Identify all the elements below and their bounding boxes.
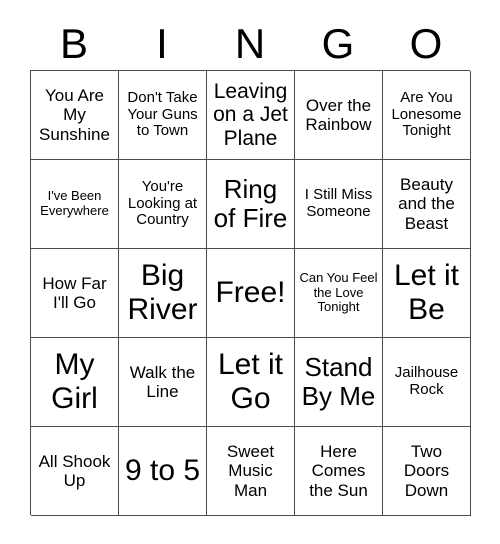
bingo-cell-n2[interactable]: Ring of Fire bbox=[207, 160, 295, 249]
bingo-header-letter-g: G bbox=[321, 20, 355, 67]
bingo-cell-o4[interactable]: Jailhouse Rock bbox=[383, 338, 471, 427]
bingo-cell-label: Stand By Me bbox=[301, 351, 376, 411]
bingo-grid: You Are My Sunshine Don't Take Your Guns… bbox=[30, 70, 471, 516]
bingo-cell-g5[interactable]: Here Comes the Sun bbox=[295, 427, 383, 516]
bingo-cell-label: 9 to 5 bbox=[124, 454, 201, 488]
bingo-cell-o1[interactable]: Are You Lonesome Tonight bbox=[383, 71, 471, 160]
bingo-cell-i2[interactable]: You're Looking at Country bbox=[119, 160, 207, 249]
bingo-cell-o3[interactable]: Let it Be bbox=[383, 249, 471, 338]
bingo-cell-label: I Still Miss Someone bbox=[304, 186, 373, 220]
bingo-cell-b4[interactable]: My Girl bbox=[31, 338, 119, 427]
bingo-cell-b3[interactable]: How Far I'll Go bbox=[31, 249, 119, 338]
bingo-cell-label: Let it Go bbox=[217, 348, 284, 415]
bingo-cell-label: Beauty and the Beast bbox=[398, 175, 455, 233]
bingo-cell-label: Two Doors Down bbox=[403, 442, 450, 500]
bingo-cell-label: Let it Be bbox=[393, 259, 460, 326]
bingo-header-letter-b: B bbox=[59, 20, 88, 67]
bingo-cell-label: Over the Rainbow bbox=[305, 95, 372, 134]
bingo-cell-g1[interactable]: Over the Rainbow bbox=[295, 71, 383, 160]
bingo-cell-label: All Shook Up bbox=[38, 451, 111, 490]
bingo-header-row: B I N G O bbox=[30, 18, 470, 70]
bingo-cell-label: Jailhouse Rock bbox=[394, 364, 459, 398]
bingo-cell-label: Here Comes the Sun bbox=[309, 442, 368, 500]
bingo-cell-label: Big River bbox=[127, 259, 198, 326]
bingo-cell-label: Are You Lonesome Tonight bbox=[391, 88, 462, 140]
bingo-cell-g3[interactable]: Can You Feel the Love Tonight bbox=[295, 249, 383, 338]
bingo-cell-label: You Are My Sunshine bbox=[39, 86, 110, 144]
bingo-cell-i1[interactable]: Don't Take Your Guns to Town bbox=[119, 71, 207, 160]
bingo-cell-label: Walk the Line bbox=[129, 362, 196, 401]
bingo-cell-label: Sweet Music Man bbox=[226, 442, 275, 500]
bingo-cell-b2[interactable]: I've Been Everywhere bbox=[31, 160, 119, 249]
bingo-cell-label: You're Looking at Country bbox=[127, 177, 198, 229]
bingo-cell-b1[interactable]: You Are My Sunshine bbox=[31, 71, 119, 160]
bingo-card: B I N G O You Are My Sunshine Don't Take… bbox=[0, 0, 500, 544]
bingo-header-letter-o: O bbox=[409, 20, 443, 67]
bingo-cell-n4[interactable]: Let it Go bbox=[207, 338, 295, 427]
bingo-cell-i3[interactable]: Big River bbox=[119, 249, 207, 338]
bingo-cell-n1[interactable]: Leaving on a Jet Plane bbox=[207, 71, 295, 160]
bingo-cell-label: Ring of Fire bbox=[213, 173, 288, 233]
bingo-header-letter-n: N bbox=[234, 20, 266, 67]
bingo-cell-label: I've Been Everywhere bbox=[40, 188, 109, 218]
bingo-cell-i5[interactable]: 9 to 5 bbox=[119, 427, 207, 516]
free-space-label: Free! bbox=[215, 276, 286, 310]
bingo-cell-n5[interactable]: Sweet Music Man bbox=[207, 427, 295, 516]
bingo-cell-free-space[interactable]: Free! bbox=[207, 249, 295, 338]
bingo-cell-label: My Girl bbox=[51, 348, 98, 415]
bingo-cell-g2[interactable]: I Still Miss Someone bbox=[295, 160, 383, 249]
bingo-cell-b5[interactable]: All Shook Up bbox=[31, 427, 119, 516]
bingo-header-letter-i: I bbox=[156, 20, 168, 67]
bingo-cell-g4[interactable]: Stand By Me bbox=[295, 338, 383, 427]
bingo-cell-o5[interactable]: Two Doors Down bbox=[383, 427, 471, 516]
bingo-cell-label: Can You Feel the Love Tonight bbox=[299, 270, 378, 315]
bingo-cell-o2[interactable]: Beauty and the Beast bbox=[383, 160, 471, 249]
bingo-cell-label: How Far I'll Go bbox=[42, 273, 107, 312]
bingo-cell-label: Don't Take Your Guns to Town bbox=[127, 88, 198, 140]
bingo-cell-i4[interactable]: Walk the Line bbox=[119, 338, 207, 427]
bingo-cell-label: Leaving on a Jet Plane bbox=[213, 79, 288, 150]
